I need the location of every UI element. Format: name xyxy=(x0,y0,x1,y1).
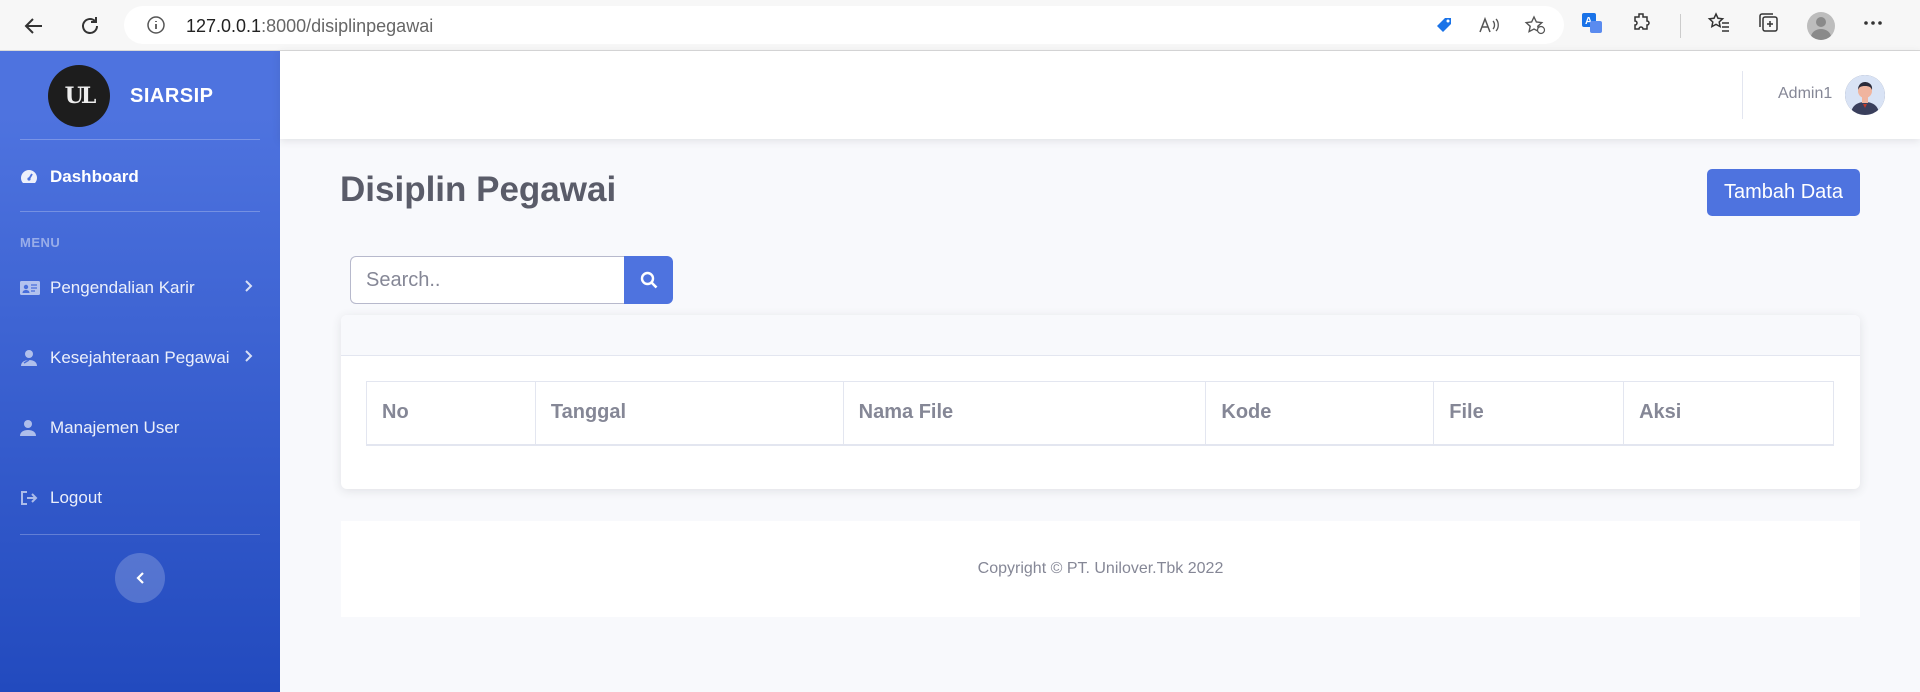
column-header-tanggal[interactable]: Tanggal xyxy=(534,381,844,446)
user-injured-icon xyxy=(20,349,40,367)
url-path: :8000/disiplinpegawai xyxy=(261,16,434,36)
tachometer-icon xyxy=(20,169,40,185)
sidebar-item-label: Dashboard xyxy=(50,167,139,186)
page-title: Disiplin Pegawai xyxy=(340,170,617,209)
brand-name: SIARSIP xyxy=(130,84,214,107)
address-bar[interactable]: 127.0.0.1:8000/disiplinpegawai xyxy=(124,6,1564,44)
sidebar-item-manajemen-user[interactable]: Manajemen User xyxy=(20,418,179,438)
refresh-icon[interactable] xyxy=(74,10,106,42)
read-aloud-icon[interactable] xyxy=(1478,15,1500,40)
search-icon xyxy=(640,271,657,289)
search-button[interactable] xyxy=(624,256,673,304)
card-header xyxy=(341,315,1860,356)
topbar-divider xyxy=(1742,71,1743,119)
favorites-icon[interactable] xyxy=(1707,11,1731,40)
sidebar-item-pengendalian-karir[interactable]: Pengendalian Karir xyxy=(20,278,253,298)
sidebar-item-label: Manajemen User xyxy=(50,418,180,437)
copyright-text: Copyright © PT. Unilover.Tbk 2022 xyxy=(977,560,1224,577)
extensions-icon[interactable] xyxy=(1630,11,1654,40)
sidebar-toggle-button[interactable] xyxy=(115,553,165,603)
info-icon[interactable] xyxy=(146,15,166,40)
sidebar-divider xyxy=(20,534,260,535)
more-options-icon[interactable] xyxy=(1861,11,1885,40)
sidebar-item-kesejahteraan-pegawai[interactable]: Kesejahteraan Pegawai xyxy=(20,348,253,368)
sidebar-heading: MENU xyxy=(20,235,61,250)
chevron-right-icon xyxy=(244,278,254,298)
browser-profile-icon[interactable] xyxy=(1807,11,1835,40)
footer: Copyright © PT. Unilover.Tbk 2022 xyxy=(341,521,1860,617)
toolbar-separator xyxy=(1680,13,1681,38)
column-header-no[interactable]: No xyxy=(366,381,536,446)
browser-toolbar: 127.0.0.1:8000/disiplinpegawai A xyxy=(0,0,1920,51)
coupon-tag-icon[interactable] xyxy=(1434,15,1454,40)
column-header-kode[interactable]: Kode xyxy=(1205,381,1435,446)
sidebar: UL SIARSIP Dashboard MENU Pengendalian K… xyxy=(0,51,280,692)
sidebar-item-label: Logout xyxy=(50,488,102,507)
user-icon xyxy=(20,419,40,437)
translate-icon[interactable]: A xyxy=(1580,11,1604,40)
sidebar-divider xyxy=(20,139,260,140)
search-input[interactable] xyxy=(350,256,624,304)
sidebar-item-label: Kesejahteraan Pegawai xyxy=(50,348,230,367)
url-text: 127.0.0.1:8000/disiplinpegawai xyxy=(186,16,433,37)
id-card-icon xyxy=(20,281,40,295)
user-name[interactable]: Admin1 xyxy=(1778,85,1832,103)
chevron-left-icon xyxy=(136,572,144,584)
back-icon[interactable] xyxy=(18,10,50,42)
add-data-button[interactable]: Tambah Data xyxy=(1707,169,1860,216)
sidebar-item-label: Pengendalian Karir xyxy=(50,278,195,297)
avatar[interactable] xyxy=(1845,75,1885,115)
sidebar-brand[interactable]: UL SIARSIP xyxy=(48,65,214,127)
data-card: No Tanggal Nama File Kode File Aksi xyxy=(341,315,1860,489)
data-table: No Tanggal Nama File Kode File Aksi xyxy=(366,381,1834,446)
sidebar-item-logout[interactable]: Logout xyxy=(20,488,102,508)
brand-logo: UL xyxy=(48,65,110,127)
column-header-aksi[interactable]: Aksi xyxy=(1623,381,1834,446)
column-header-nama-file[interactable]: Nama File xyxy=(842,381,1207,446)
column-header-file[interactable]: File xyxy=(1433,381,1625,446)
url-host: 127.0.0.1 xyxy=(186,16,262,36)
topbar: Admin1 xyxy=(280,51,1920,139)
table-header-row: No Tanggal Nama File Kode File Aksi xyxy=(366,381,1834,446)
sidebar-item-dashboard[interactable]: Dashboard xyxy=(20,167,139,187)
chevron-right-icon xyxy=(244,348,254,368)
search-form xyxy=(350,256,673,304)
favorite-add-icon[interactable] xyxy=(1524,15,1546,40)
sign-out-icon xyxy=(20,490,40,506)
collections-icon[interactable] xyxy=(1757,11,1781,40)
sidebar-divider xyxy=(20,211,260,212)
